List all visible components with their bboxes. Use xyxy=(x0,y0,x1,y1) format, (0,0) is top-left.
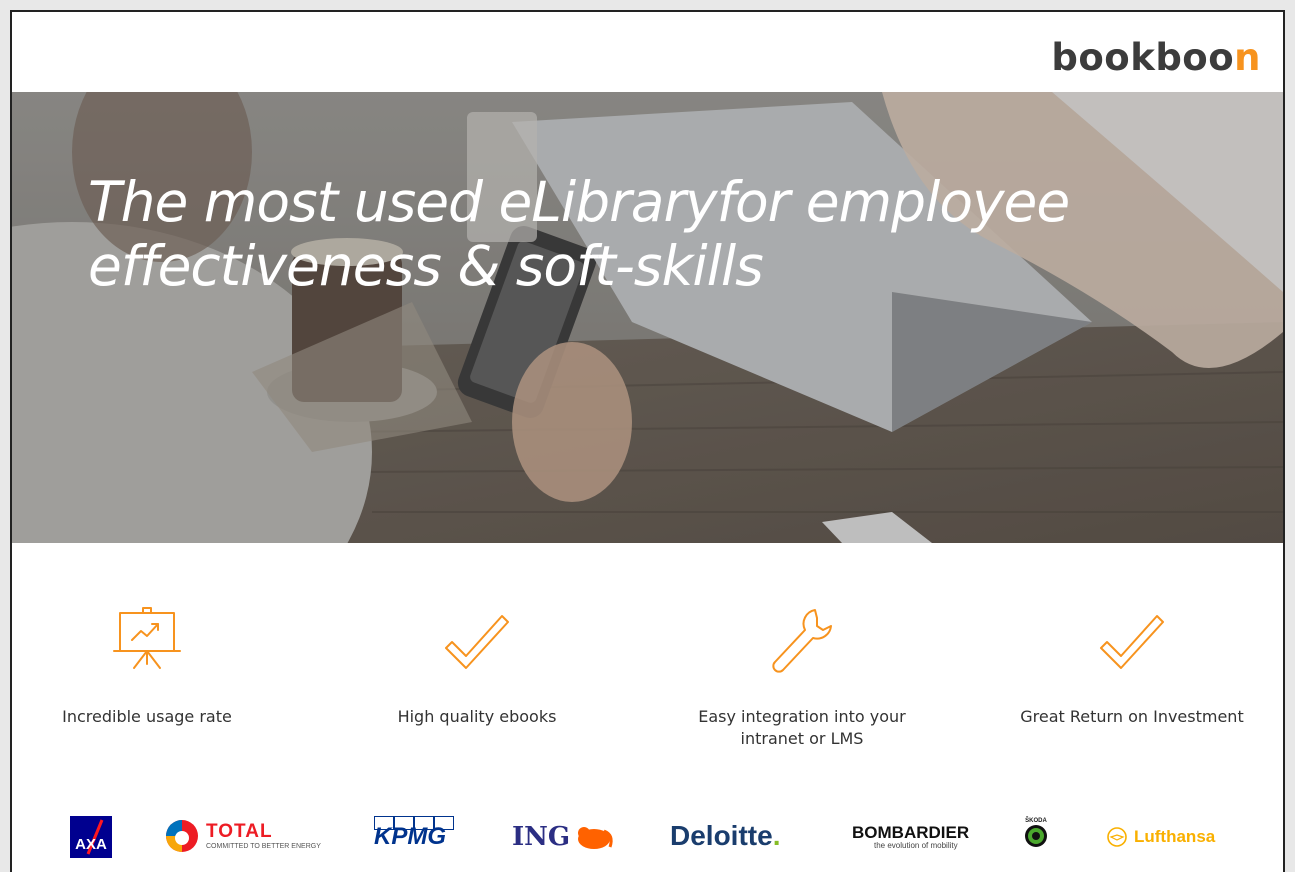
hero-headline: The most used eLibraryfor employee effec… xyxy=(88,170,1070,298)
client-logos: AXA TOTAL COMMITTED TO BETTER ENERGY KPM… xyxy=(12,812,1283,872)
bookboon-logo[interactable]: bookboon xyxy=(1051,36,1261,79)
deloitte-logo: Deloitte. xyxy=(670,820,780,852)
checkmark-icon xyxy=(445,615,509,669)
feature-label: Easy integration into your intranet or L… xyxy=(698,707,906,748)
presentation-chart-icon xyxy=(113,607,181,669)
ing-logo: ING xyxy=(512,822,618,852)
feature-easy-integration: Easy integration into your intranet or L… xyxy=(667,606,937,750)
lion-icon xyxy=(578,827,613,849)
ing-text: ING xyxy=(512,822,571,852)
feature-usage-rate: Incredible usage rate xyxy=(12,606,282,728)
wrench-icon xyxy=(772,609,832,673)
axa-logo: AXA xyxy=(70,816,112,858)
total-tagline: COMMITTED TO BETTER ENERGY xyxy=(206,843,321,850)
page-frame: bookboon The most used eLibraryfor emplo… xyxy=(10,10,1285,872)
total-text: TOTAL xyxy=(206,821,273,842)
deloitte-text: Deloitte xyxy=(670,820,773,851)
bombardier-tagline: the evolution of mobility xyxy=(874,841,958,850)
checkmark-icon xyxy=(1100,615,1164,669)
logo-text: bookboo xyxy=(1051,36,1235,79)
logo-accent: n xyxy=(1234,36,1261,79)
feature-label: High quality ebooks xyxy=(397,707,557,726)
hero-banner: The most used eLibraryfor employee effec… xyxy=(12,92,1283,543)
lufthansa-text: Lufthansa xyxy=(1134,827,1216,846)
axa-text: AXA xyxy=(75,836,107,853)
feature-label: Incredible usage rate xyxy=(62,707,232,726)
feature-roi: Great Return on Investment xyxy=(997,606,1267,728)
lufthansa-logo: Lufthansa xyxy=(1106,826,1215,848)
feature-quality-ebooks: High quality ebooks xyxy=(342,606,612,728)
crane-icon xyxy=(1107,827,1127,847)
skoda-logo: ŠKODA xyxy=(1024,818,1048,848)
kpmg-text: KPMG xyxy=(374,823,446,850)
bombardier-text: BOMBARDIER xyxy=(852,823,970,842)
bombardier-logo: BOMBARDIER the evolution of mobility xyxy=(852,824,969,850)
kpmg-logo: KPMG xyxy=(374,816,454,850)
hero-background-image xyxy=(12,92,1283,543)
feature-label: Great Return on Investment xyxy=(1020,707,1244,726)
deloitte-dot: . xyxy=(772,820,781,851)
total-logo: TOTAL COMMITTED TO BETTER ENERGY xyxy=(164,818,321,854)
